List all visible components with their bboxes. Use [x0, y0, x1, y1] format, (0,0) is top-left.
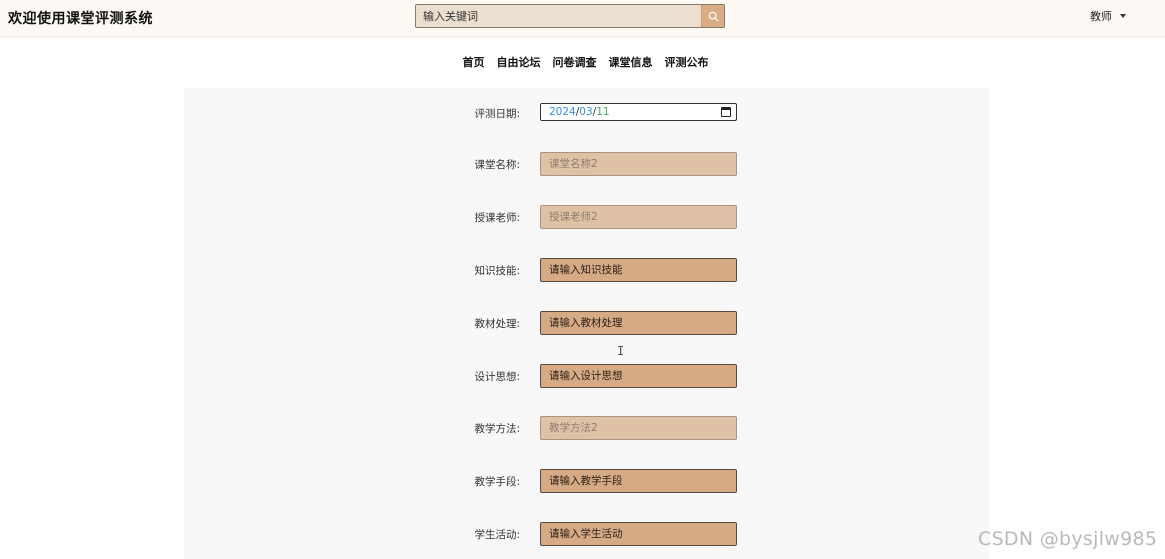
material-field[interactable] — [540, 311, 737, 335]
caret-down-icon — [1120, 14, 1126, 18]
activity-field[interactable] — [540, 522, 737, 546]
evaluation-form: 评测日期: 2024 / 03 / 11 课堂名称: 授课老师: 知识技能: 教… — [184, 88, 990, 559]
design-label: 设计思想: — [474, 371, 520, 383]
knowledge-label: 知识技能: — [474, 265, 520, 277]
form-row-material: 教材处理: — [184, 311, 990, 335]
nav-survey[interactable]: 问卷调查 — [553, 54, 597, 70]
form-row-teacher: 授课老师: — [184, 205, 990, 229]
teacher-field[interactable] — [540, 205, 737, 229]
form-row-design: 设计思想: — [184, 364, 990, 388]
method-label: 教学方法: — [474, 423, 520, 435]
search-input[interactable] — [416, 5, 702, 27]
date-day: 11 — [596, 106, 610, 118]
search-box — [415, 4, 725, 28]
form-row-means: 教学手段: — [184, 469, 990, 493]
knowledge-field[interactable] — [540, 258, 737, 282]
teacher-label: 授课老师: — [474, 212, 520, 224]
class-name-field[interactable] — [540, 152, 737, 176]
header-bar: 欢迎使用课堂评测系统 教师 — [0, 0, 1165, 37]
user-menu[interactable]: 教师 — [1090, 8, 1126, 24]
user-role-label: 教师 — [1090, 10, 1112, 23]
form-row-method: 教学方法: — [184, 416, 990, 440]
date-label: 评测日期: — [474, 108, 520, 120]
form-row-knowledge: 知识技能: — [184, 258, 990, 282]
means-field[interactable] — [540, 469, 737, 493]
nav-results[interactable]: 评测公布 — [665, 54, 709, 70]
search-icon — [708, 11, 719, 22]
main-nav: 首页 自由论坛 问卷调查 课堂信息 评测公布 — [0, 54, 1165, 70]
date-year: 2024 — [549, 106, 576, 118]
date-input[interactable]: 2024 / 03 / 11 — [540, 103, 737, 121]
nav-home[interactable]: 首页 — [463, 54, 485, 70]
means-label: 教学手段: — [474, 476, 520, 488]
material-label: 教材处理: — [474, 318, 520, 330]
activity-label: 学生活动: — [474, 529, 520, 541]
design-field[interactable] — [540, 364, 737, 388]
text-cursor-icon: I — [617, 344, 625, 358]
form-row-class-name: 课堂名称: — [184, 152, 990, 176]
form-row-activity: 学生活动: — [184, 522, 990, 546]
form-row-date: 评测日期: 2024 / 03 / 11 — [184, 88, 990, 121]
date-month: 03 — [579, 106, 593, 118]
site-title: 欢迎使用课堂评测系统 — [8, 11, 153, 27]
search-button[interactable] — [701, 5, 724, 27]
method-field[interactable] — [540, 416, 737, 440]
class-name-label: 课堂名称: — [474, 159, 520, 171]
nav-class-info[interactable]: 课堂信息 — [609, 54, 653, 70]
calendar-icon[interactable] — [721, 107, 731, 117]
watermark: CSDN @bysjlw985 — [978, 528, 1158, 550]
nav-forum[interactable]: 自由论坛 — [497, 54, 541, 70]
